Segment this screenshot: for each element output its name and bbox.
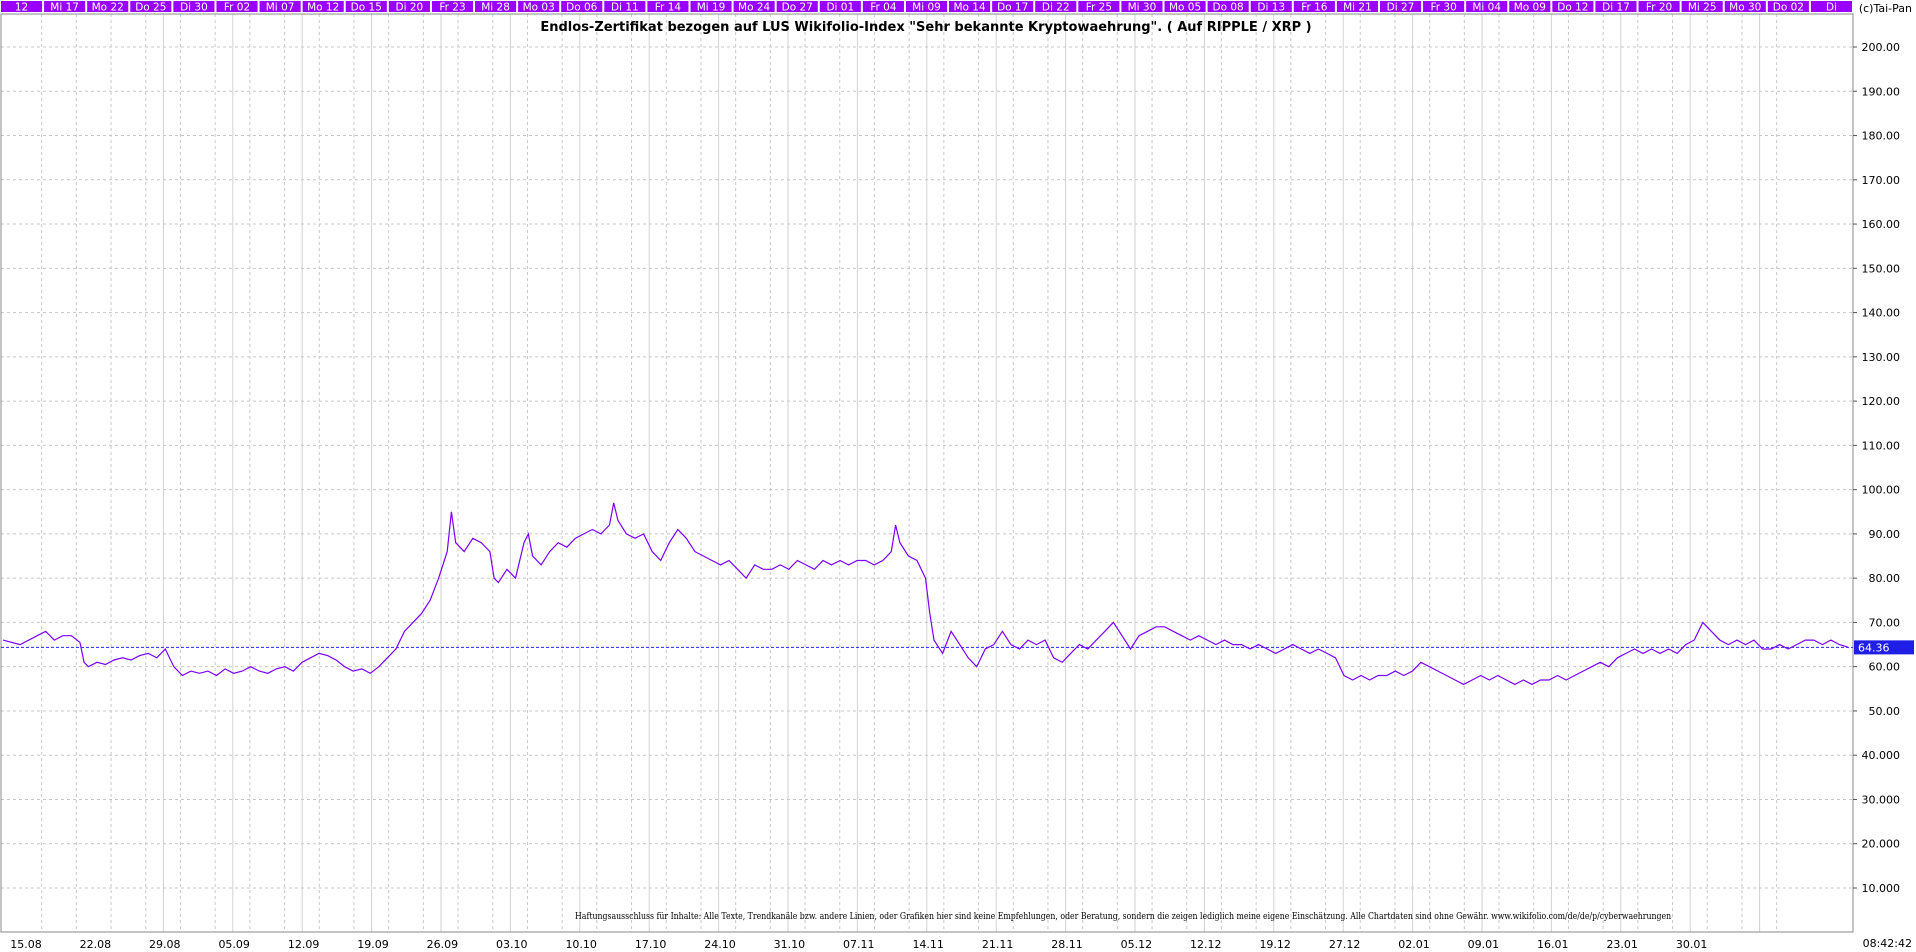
x-tick-label: 10.10: [565, 938, 597, 951]
x-tick-label: 07.11: [843, 938, 875, 951]
top-day-label: Mi 07: [266, 2, 295, 14]
top-day-label: Di 13: [1257, 2, 1285, 14]
top-day-label: Mo 14: [953, 2, 986, 14]
top-day-label: Mi 09: [912, 2, 941, 14]
top-day-label: Do 02: [1773, 2, 1804, 14]
top-day-label: Fr 16: [1301, 2, 1328, 14]
y-tick-label: 110.00: [1862, 439, 1901, 452]
top-day-label: Fr 23: [439, 2, 465, 14]
x-tick-label: 26.09: [427, 938, 459, 951]
copyright-label: (c)Tai-Pan: [1858, 2, 1912, 15]
top-day-label: Mi 19: [697, 2, 726, 14]
top-day-label: Do 25: [135, 2, 166, 14]
top-day-label: Fr 02: [224, 2, 250, 14]
y-tick-label: 190.00: [1862, 85, 1901, 98]
top-day-label: Fr 25: [1086, 2, 1112, 14]
top-day-label: Fr 30: [1430, 2, 1456, 14]
x-tick-label: 21.11: [982, 938, 1014, 951]
top-day-label: Di 01: [826, 2, 854, 14]
top-day-label: Fr 14: [655, 2, 682, 14]
x-tick-label: 31.10: [774, 938, 806, 951]
top-day-label: Mi 25: [1688, 2, 1717, 14]
chart-title: Endlos-Zertifikat bezogen auf LUS Wikifo…: [540, 20, 1312, 35]
x-tick-label: 27.12: [1329, 938, 1361, 951]
top-day-label: Mi 21: [1343, 2, 1372, 14]
top-day-label: Mo 03: [523, 2, 555, 14]
bottom-right-time: 08:42:42: [1862, 937, 1912, 950]
top-day-label: Di 17: [1602, 2, 1630, 14]
y-tick-label: 90.00: [1869, 528, 1901, 541]
y-tick-label: 120.00: [1862, 395, 1901, 408]
x-tick-label: 19.09: [357, 938, 389, 951]
y-tick-label: 160.00: [1862, 218, 1901, 231]
y-tick-label: 40.000: [1862, 749, 1901, 762]
last-value-tag-text: 64.36: [1858, 641, 1890, 654]
top-day-label: Di: [1826, 2, 1837, 14]
x-tick-label: 12.09: [288, 938, 320, 951]
x-tick-label: 14.11: [912, 938, 944, 951]
top-day-label: Mo 22: [92, 2, 124, 14]
y-tick-label: 140.00: [1862, 307, 1901, 320]
top-day-label: 12: [15, 2, 28, 14]
x-tick-label: 30.01: [1676, 938, 1708, 951]
x-tick-label: 22.08: [80, 938, 112, 951]
top-day-label: Mo 12: [307, 2, 339, 14]
top-day-label: Do 06: [566, 2, 598, 14]
y-tick-label: 170.00: [1862, 174, 1901, 187]
top-day-label: Mi 28: [481, 2, 510, 14]
x-tick-label: 19.12: [1259, 938, 1291, 951]
top-day-label: Do 08: [1213, 2, 1244, 14]
y-tick-label: 150.00: [1862, 262, 1901, 275]
x-tick-label: 05.09: [218, 938, 250, 951]
top-day-label: Do 27: [782, 2, 813, 14]
y-tick-label: 20.000: [1862, 838, 1901, 851]
top-day-label: Do 15: [351, 2, 382, 14]
x-tick-label: 15.08: [10, 938, 42, 951]
x-tick-label: 23.01: [1606, 938, 1638, 951]
last-value-tag: 64.36: [1854, 640, 1914, 655]
top-day-label: Mi 17: [50, 2, 79, 14]
disclaimer-text: Haftungsausschluss für Inhalte: Alle Tex…: [575, 911, 1672, 922]
x-tick-label: 16.01: [1537, 938, 1569, 951]
x-tick-label: 28.11: [1051, 938, 1083, 951]
price-chart: 12 Mi 17 Mo 22 Do 25 Di 30 Fr 02 Mi 07 Mo 12 Do …: [0, 0, 1916, 952]
y-tick-label: 180.00: [1862, 130, 1901, 143]
top-day-label: Mo 30: [1729, 2, 1761, 14]
y-tick-label: 50.00: [1869, 705, 1901, 718]
top-day-label: Mi 04: [1472, 2, 1501, 14]
y-tick-label: 80.00: [1869, 572, 1901, 585]
top-day-label: Mo 09: [1514, 2, 1546, 14]
top-day-label: Fr 04: [870, 2, 897, 14]
y-tick-label: 10.000: [1862, 882, 1901, 895]
x-tick-label: 17.10: [635, 938, 667, 951]
top-day-label: Di 22: [1042, 2, 1070, 14]
top-day-labels: 12 Mi 17 Mo 22 Do 25 Di 30 Fr 02 Mi 07 Mo 12 Do …: [1, 1, 1852, 14]
top-day-label: Fr 20: [1646, 2, 1672, 14]
top-day-label: Do 17: [997, 2, 1028, 14]
y-tick-label: 30.000: [1862, 793, 1901, 806]
y-tick-label: 60.00: [1869, 661, 1901, 674]
top-day-label: Di 30: [180, 2, 208, 14]
y-tick-label: 200.00: [1862, 41, 1901, 54]
top-day-label: Mo 24: [738, 2, 771, 14]
x-tick-label: 29.08: [149, 938, 181, 951]
top-day-label: Di 11: [611, 2, 639, 14]
top-day-label: Di 27: [1387, 2, 1415, 14]
y-tick-label: 100.00: [1862, 484, 1901, 497]
top-day-label: Di 20: [396, 2, 424, 14]
x-tick-label: 02.01: [1398, 938, 1430, 951]
y-tick-label: 130.00: [1862, 351, 1901, 364]
chart-background: [0, 0, 1916, 952]
x-tick-label: 09.01: [1468, 938, 1500, 951]
top-day-label: Do 12: [1557, 2, 1588, 14]
x-tick-label: 12.12: [1190, 938, 1222, 951]
top-day-label: Mo 05: [1169, 2, 1201, 14]
x-tick-label: 05.12: [1121, 938, 1153, 951]
y-tick-label: 70.00: [1869, 616, 1901, 629]
x-tick-label: 24.10: [704, 938, 736, 951]
x-tick-label: 03.10: [496, 938, 528, 951]
top-day-label: Mi 30: [1128, 2, 1157, 14]
